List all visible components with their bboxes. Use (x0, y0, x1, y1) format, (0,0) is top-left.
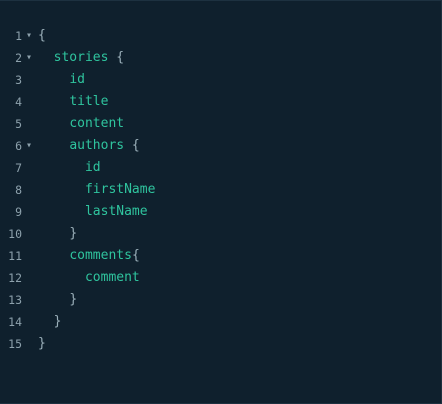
line-number: 14 (8, 315, 22, 329)
field-name: title (69, 94, 109, 109)
line-number: 8 (15, 183, 22, 197)
line-number: 3 (15, 73, 22, 87)
brace: } (69, 292, 78, 307)
field-name: comment (84, 270, 140, 285)
code-text: stories { (38, 47, 124, 69)
code-line[interactable]: 9 lastName (0, 201, 442, 223)
code-line[interactable]: 13 } (0, 289, 442, 311)
brace: } (69, 226, 78, 241)
field-name: firstName (84, 182, 156, 197)
code-text: authors { (38, 135, 140, 157)
code-line[interactable]: 6 ▾ authors { (0, 135, 442, 157)
code-line[interactable]: 2 ▾ stories { (0, 47, 442, 69)
line-number: 15 (8, 337, 22, 351)
code-line[interactable]: 11 comments{ (0, 245, 442, 267)
code-text: content (38, 113, 124, 135)
code-line[interactable]: 7 id (0, 157, 442, 179)
code-text: id (38, 157, 101, 179)
code-text: title (38, 91, 108, 113)
line-number: 9 (15, 205, 22, 219)
code-line[interactable]: 12 comment (0, 267, 442, 289)
line-number: 10 (8, 227, 22, 241)
line-number: 2 (15, 51, 22, 65)
field-name: comments (69, 248, 132, 263)
code-text: firstName (38, 179, 155, 201)
code-line[interactable]: 10 } (0, 223, 442, 245)
field-name: stories (53, 50, 109, 65)
brace: { (38, 28, 46, 43)
code-text: { (38, 25, 46, 47)
field-name: authors (69, 138, 125, 153)
code-line[interactable]: 1 ▾ { (0, 25, 442, 47)
line-number: 5 (15, 117, 22, 131)
line-number: 11 (8, 249, 22, 263)
code-text: comments{ (38, 245, 140, 267)
code-line[interactable]: 15} (0, 333, 442, 355)
code-text: id (38, 69, 85, 91)
code-text: lastName (38, 201, 148, 223)
code-line[interactable]: 8 firstName (0, 179, 442, 201)
field-name: lastName (84, 204, 148, 219)
code-line[interactable]: 4 title (0, 91, 442, 113)
query-editor[interactable]: 1 ▾{2 ▾ stories {3 id 4 title 5 content 6 ▾ au… (0, 25, 442, 355)
query-editor-window: 1 ▾{2 ▾ stories {3 id 4 title 5 content 6 ▾ au… (0, 0, 442, 404)
code-line[interactable]: 14 } (0, 311, 442, 333)
field-name: content (69, 116, 125, 131)
line-number: 12 (8, 271, 22, 285)
code-text: } (38, 289, 77, 311)
line-number: 6 (15, 139, 22, 153)
field-name: id (69, 72, 85, 87)
line-number: 1 (15, 29, 22, 43)
line-number: 7 (15, 161, 22, 175)
brace: { (131, 248, 140, 263)
fold-arrow-icon[interactable]: ▾ (24, 47, 34, 69)
code-text: comment (38, 267, 140, 289)
fold-arrow-icon[interactable]: ▾ (24, 135, 34, 157)
brace: { (108, 50, 125, 65)
code-text: } (38, 333, 46, 355)
code-line[interactable]: 3 id (0, 69, 442, 91)
line-number: 13 (8, 293, 22, 307)
fold-arrow-icon[interactable]: ▾ (24, 25, 34, 47)
code-text: } (38, 311, 62, 333)
brace: } (53, 314, 62, 329)
code-text: } (38, 223, 77, 245)
code-line[interactable]: 5 content (0, 113, 442, 135)
brace: { (124, 138, 140, 153)
brace: } (38, 336, 46, 351)
field-name: id (84, 160, 101, 175)
line-number: 4 (15, 95, 22, 109)
